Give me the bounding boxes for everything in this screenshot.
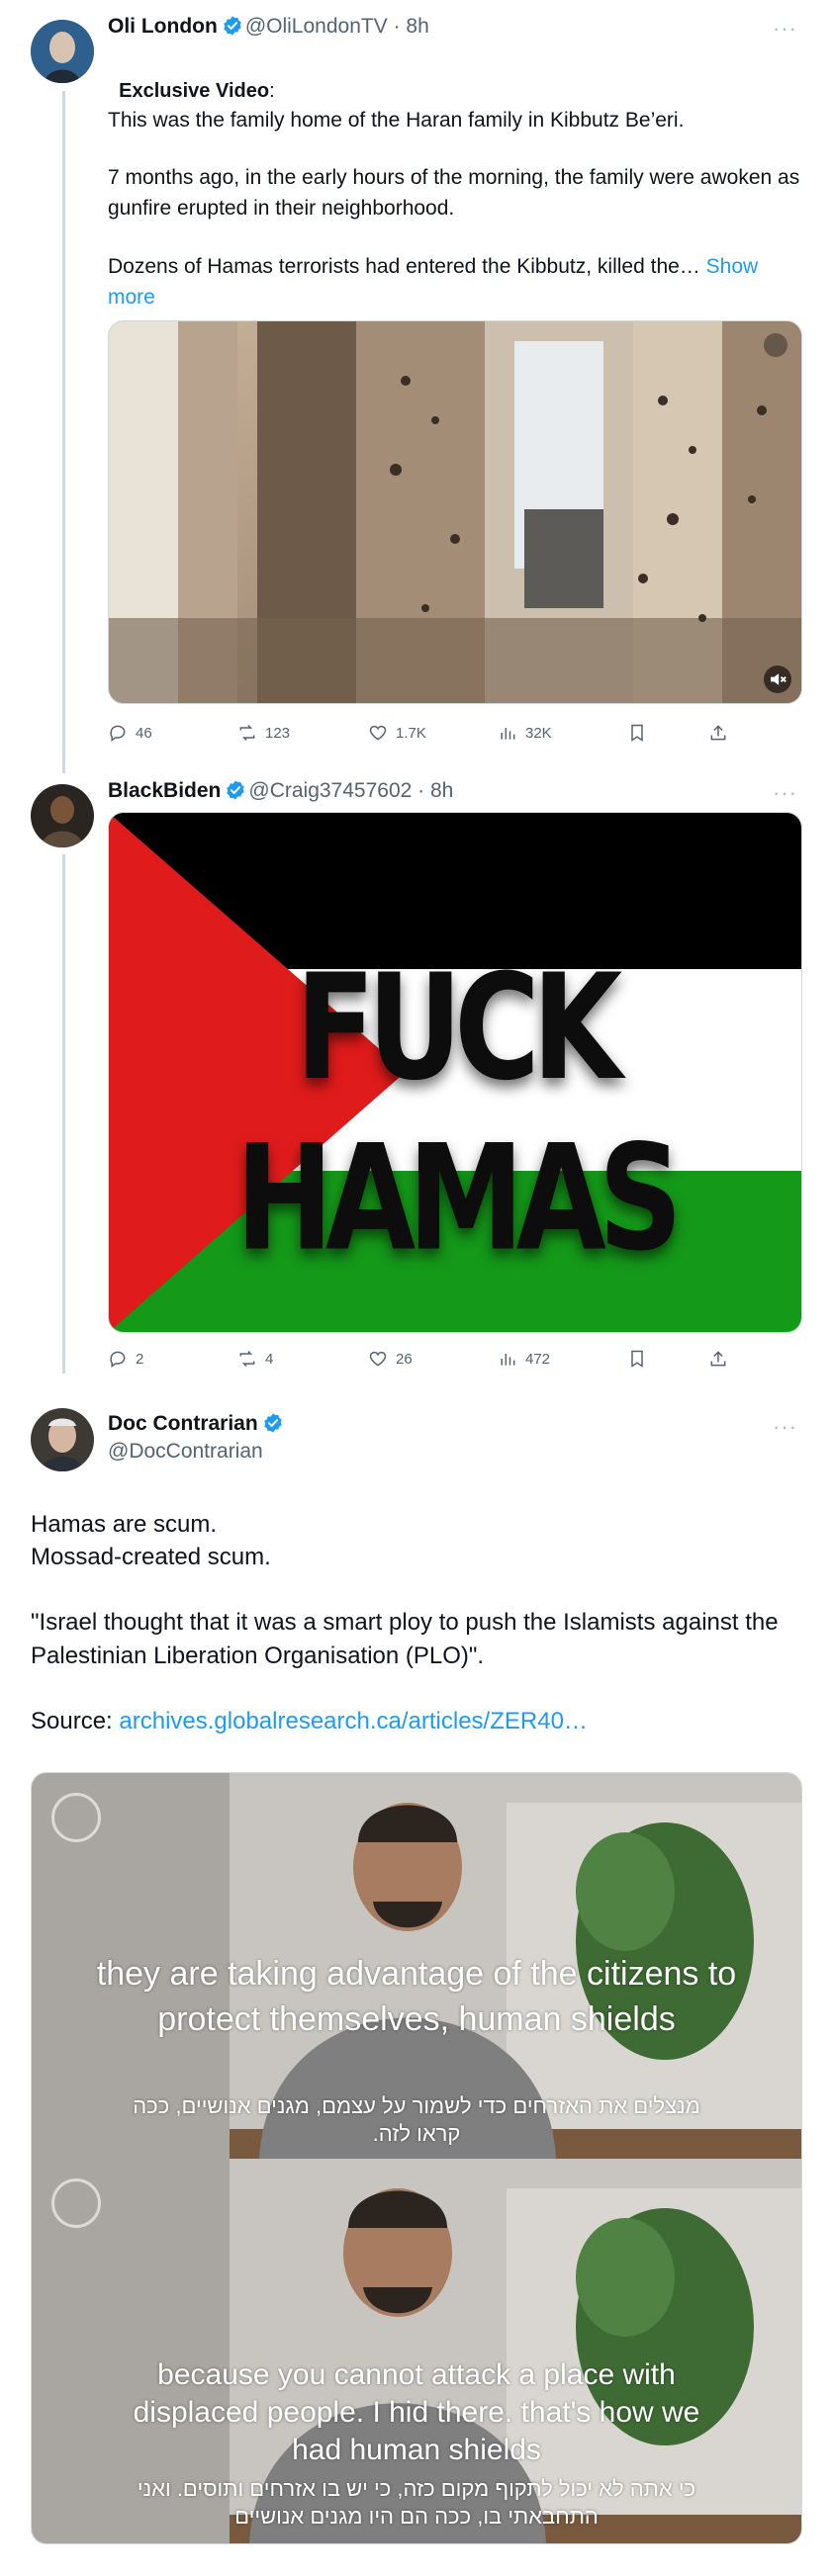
view-count: 32K bbox=[525, 724, 552, 742]
tweet-line-1: Hamas are scum. bbox=[31, 1511, 218, 1538]
reply-icon bbox=[110, 1351, 126, 1368]
share-icon bbox=[710, 1351, 726, 1367]
lead-suffix: : bbox=[269, 80, 275, 102]
video-frame-1: they are taking advantage of the citizen… bbox=[32, 1773, 801, 2159]
avatar-image bbox=[31, 20, 94, 83]
like-button[interactable]: 1.7K bbox=[368, 723, 426, 743]
reply-button[interactable]: 46 bbox=[108, 723, 152, 743]
source-label: Source: bbox=[31, 1708, 120, 1734]
video-thumbnail bbox=[109, 321, 801, 703]
subtitle-hebrew: כי אתה לא יכול לתקוף מקום כזה, כי יש בו … bbox=[137, 2476, 696, 2529]
repost-icon bbox=[239, 724, 255, 742]
view-count: 472 bbox=[525, 1350, 551, 1368]
share-button[interactable] bbox=[708, 1349, 728, 1369]
bookmark-button[interactable] bbox=[627, 1349, 647, 1369]
separator: · bbox=[412, 779, 430, 802]
author-name[interactable]: Doc Contrarian bbox=[108, 1412, 258, 1435]
author-handle[interactable]: @Craig37457602 bbox=[248, 779, 412, 802]
more-options-icon[interactable]: ··· bbox=[773, 16, 797, 42]
channel-logo-icon bbox=[51, 1793, 101, 1842]
video-frame-2: because you cannot attack a place with d… bbox=[32, 2159, 801, 2543]
share-button[interactable] bbox=[708, 723, 728, 743]
attached-image[interactable]: they are taking advantage of the citizen… bbox=[31, 1772, 802, 2544]
tweet-paragraph-2: 7 months ago, in the early hours of the … bbox=[108, 166, 806, 220]
mute-icon[interactable] bbox=[764, 666, 791, 693]
avatar-image bbox=[31, 1408, 94, 1471]
image-text: FUCK HAMAS bbox=[235, 941, 683, 1284]
subtitle-english: they are taking advantage of the citizen… bbox=[96, 1955, 737, 2038]
verified-badge-icon bbox=[262, 1412, 284, 1434]
tweet-source: Source: archives.globalresearch.ca/artic… bbox=[31, 1705, 812, 1738]
views-icon bbox=[501, 1354, 515, 1366]
tweet-paragraph-3: Dozens of Hamas terrorists had entered t… bbox=[108, 251, 805, 312]
source-link[interactable]: archives.globalresearch.ca/articles/ZER4… bbox=[119, 1708, 588, 1734]
repost-button[interactable]: 123 bbox=[237, 723, 290, 743]
tweet-line-2: Mossad-created scum. bbox=[31, 1544, 271, 1570]
reply-button[interactable]: 2 bbox=[108, 1349, 143, 1369]
heart-icon bbox=[369, 1351, 387, 1367]
like-count: 1.7K bbox=[396, 724, 426, 742]
author-handle[interactable]: @OliLondonTV bbox=[245, 15, 388, 38]
timestamp[interactable]: 8h bbox=[430, 779, 453, 802]
gif-icon bbox=[764, 333, 787, 357]
heart-icon bbox=[369, 725, 387, 741]
verified-badge-icon bbox=[225, 779, 246, 801]
more-options-icon[interactable]: ··· bbox=[773, 1414, 797, 1440]
repost-count: 4 bbox=[265, 1350, 274, 1368]
views-button[interactable]: 32K bbox=[498, 723, 552, 743]
avatar-doc-contrarian[interactable] bbox=[31, 1408, 94, 1471]
tweet-lead: Exclusive Video: bbox=[108, 45, 805, 107]
truncated-text: Dozens of Hamas terrorists had entered t… bbox=[108, 255, 700, 278]
avatar-image bbox=[31, 784, 94, 847]
avatar-blackbiden[interactable] bbox=[31, 784, 94, 847]
video-player[interactable] bbox=[108, 320, 802, 704]
repost-button[interactable]: 4 bbox=[237, 1349, 273, 1369]
attached-image[interactable]: FUCK HAMAS bbox=[108, 812, 802, 1333]
verified-badge-icon bbox=[222, 15, 243, 37]
reply-count: 2 bbox=[136, 1350, 144, 1368]
reply-icon bbox=[110, 725, 126, 742]
separator: · bbox=[387, 15, 407, 38]
thread-line bbox=[62, 91, 65, 773]
views-icon bbox=[501, 728, 515, 740]
like-button[interactable]: 26 bbox=[368, 1349, 413, 1369]
repost-icon bbox=[239, 1350, 255, 1368]
timestamp[interactable]: 8h bbox=[406, 15, 428, 38]
author-handle[interactable]: @DocContrarian bbox=[108, 1440, 263, 1464]
channel-logo-icon bbox=[51, 2178, 101, 2228]
author-name[interactable]: Oli London bbox=[108, 15, 218, 38]
tweet-paragraph-1: This was the family home of the Haran fa… bbox=[108, 109, 685, 132]
author-block: Doc Contrarian bbox=[108, 1412, 286, 1436]
more-options-icon[interactable]: ··· bbox=[773, 780, 797, 806]
like-count: 26 bbox=[396, 1350, 413, 1368]
repost-count: 123 bbox=[265, 724, 291, 742]
reply-count: 46 bbox=[136, 724, 152, 742]
lead-text: Exclusive Video bbox=[119, 80, 270, 102]
tweet-quote: "Israel thought that it was a smart ploy… bbox=[31, 1609, 786, 1669]
subtitle-english: because you cannot attack a place with d… bbox=[133, 2358, 700, 2466]
subtitle-hebrew: מנצלים את האזרחים כדי לשמור על עצמם, מגנ… bbox=[133, 2093, 700, 2146]
thread-line bbox=[62, 854, 65, 1374]
bookmark-button[interactable] bbox=[627, 723, 647, 743]
tweet-header: BlackBiden @Craig37457602 · 8h bbox=[108, 779, 453, 803]
views-button[interactable]: 472 bbox=[498, 1349, 550, 1369]
bookmark-icon bbox=[631, 724, 643, 742]
bookmark-icon bbox=[631, 1350, 643, 1368]
avatar-oli-london[interactable] bbox=[31, 20, 94, 83]
author-name[interactable]: BlackBiden bbox=[108, 779, 221, 802]
tweet-header: Oli London @OliLondonTV · 8h bbox=[108, 15, 429, 39]
share-icon bbox=[710, 725, 726, 741]
